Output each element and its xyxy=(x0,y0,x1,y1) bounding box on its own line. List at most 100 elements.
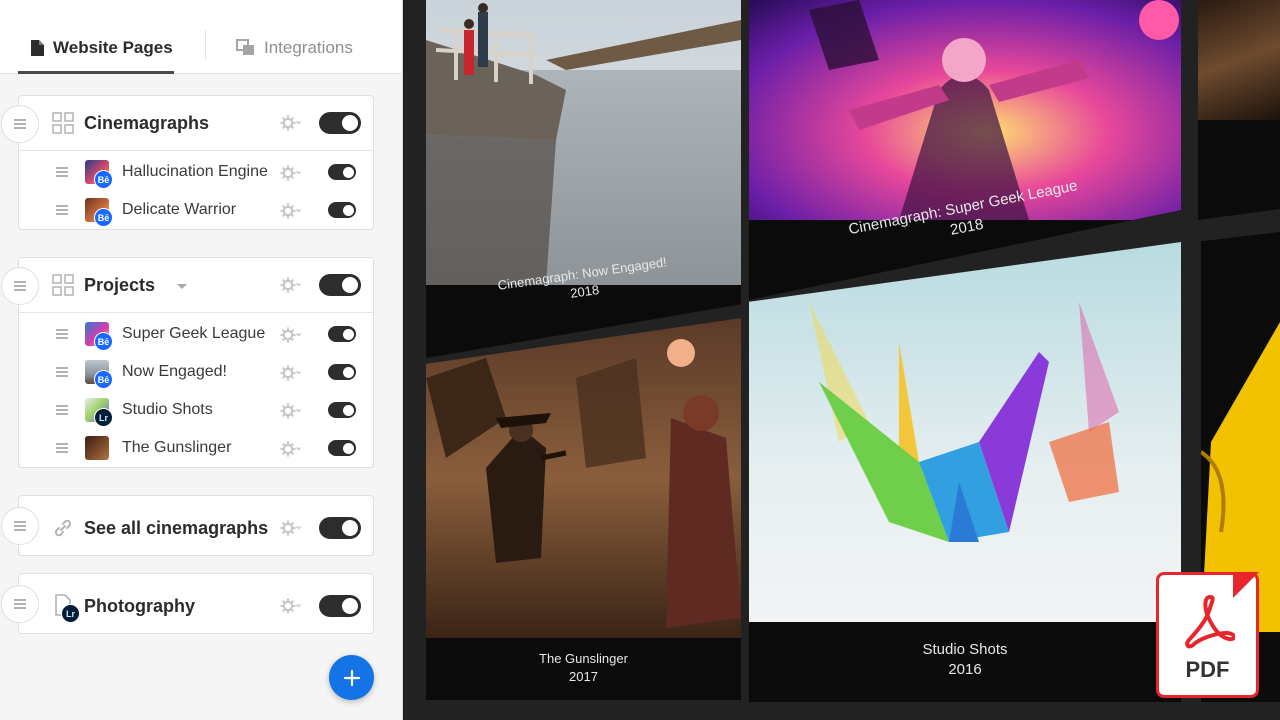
section-photography: Lr Photography xyxy=(1,573,374,634)
plus-icon xyxy=(343,669,360,686)
section-header: Lr Photography xyxy=(1,574,373,633)
visibility-toggle[interactable] xyxy=(328,326,356,342)
link-icon xyxy=(54,519,72,537)
gallery-image-now-engaged xyxy=(426,0,741,285)
list-item[interactable]: Lr Studio Shots xyxy=(19,391,373,429)
gallery-year: 2017 xyxy=(569,669,598,684)
drag-handle[interactable] xyxy=(1,267,39,305)
tab-website-pages[interactable]: Website Pages xyxy=(30,28,173,68)
list-item[interactable]: Bē Now Engaged! xyxy=(19,353,373,391)
list-item[interactable]: Bē Super Geek League xyxy=(19,315,373,353)
gallery-tile[interactable]: Studio Shots 2016 xyxy=(749,242,1181,702)
settings-gear-icon[interactable] xyxy=(279,113,301,133)
item-label: Delicate Warrior xyxy=(122,201,237,218)
visibility-toggle[interactable] xyxy=(319,112,361,134)
integrations-icon xyxy=(236,39,254,55)
website-pages-panel: Website Pages Integrations Cinemagraphs … xyxy=(0,0,403,720)
section-header: Projects xyxy=(1,258,373,312)
grid-icon xyxy=(52,274,74,296)
drag-lines-icon[interactable] xyxy=(55,366,69,378)
panel-tabs: Website Pages Integrations xyxy=(0,0,402,74)
drag-handle[interactable] xyxy=(1,507,39,545)
section-projects: Projects Bē Super Geek League Bē Now Eng… xyxy=(1,257,374,468)
drag-lines-icon[interactable] xyxy=(55,404,69,416)
visibility-toggle[interactable] xyxy=(319,517,361,539)
pdf-download-button[interactable]: PDF xyxy=(1156,572,1259,698)
pdf-label: PDF xyxy=(1185,657,1230,682)
drag-lines-icon[interactable] xyxy=(55,204,69,216)
gallery-image-studio-shots xyxy=(749,242,1181,622)
drag-lines-icon[interactable] xyxy=(55,442,69,454)
gallery-image-partial xyxy=(1198,0,1280,120)
settings-gear-icon[interactable] xyxy=(279,163,301,183)
drag-lines-icon xyxy=(13,520,27,532)
item-label: Hallucination Engine xyxy=(122,163,268,180)
visibility-toggle[interactable] xyxy=(328,440,356,456)
settings-gear-icon[interactable] xyxy=(279,596,301,616)
gallery-year: 2016 xyxy=(948,661,982,678)
drag-lines-icon xyxy=(13,118,27,130)
lightroom-badge-icon: Lr xyxy=(94,408,113,427)
gallery-tile[interactable]: The Gunslinger 2017 xyxy=(426,318,741,700)
visibility-toggle[interactable] xyxy=(319,595,361,617)
behance-badge-icon: Bē xyxy=(94,332,113,351)
settings-gear-icon[interactable] xyxy=(279,325,301,345)
section-title: See all cinemagraphs xyxy=(84,518,269,538)
section-header: See all cinemagraphs xyxy=(1,496,373,555)
section-title: Projects xyxy=(84,275,156,295)
drag-lines-icon[interactable] xyxy=(55,328,69,340)
settings-gear-icon[interactable] xyxy=(279,439,301,459)
gallery-title: Studio Shots xyxy=(922,641,1008,658)
add-page-button[interactable] xyxy=(329,655,374,700)
visibility-toggle[interactable] xyxy=(328,164,356,180)
behance-badge-icon: Bē xyxy=(94,370,113,389)
drag-lines-icon[interactable] xyxy=(55,166,69,178)
settings-gear-icon[interactable] xyxy=(279,201,301,221)
list-item[interactable]: The Gunslinger xyxy=(19,429,373,467)
pdf-page-fold xyxy=(1233,572,1259,598)
section-items: Bē Hallucination Engine Bē Delicate Warr… xyxy=(19,150,373,229)
active-tab-indicator xyxy=(18,71,174,74)
gallery-caption: The Gunslinger 2017 xyxy=(426,650,741,686)
acrobat-icon xyxy=(1185,595,1235,649)
tab-website-pages-label: Website Pages xyxy=(53,38,173,57)
tab-divider xyxy=(205,30,206,60)
settings-gear-icon[interactable] xyxy=(279,401,301,421)
list-item[interactable]: Bē Delicate Warrior xyxy=(19,191,373,229)
item-label: Super Geek League xyxy=(122,325,266,342)
visibility-toggle[interactable] xyxy=(328,402,356,418)
drag-handle[interactable] xyxy=(1,585,39,623)
visibility-toggle[interactable] xyxy=(328,202,356,218)
item-label: Now Engaged! xyxy=(122,363,227,380)
tab-integrations[interactable]: Integrations xyxy=(236,28,353,68)
tab-integrations-label: Integrations xyxy=(264,38,353,57)
project-thumbnail xyxy=(85,436,109,460)
gallery-tile[interactable]: Cinemagraph: Now Engaged! 2018 xyxy=(426,0,741,358)
section-see-all-cinemagraphs: See all cinemagraphs xyxy=(1,495,374,556)
gallery-tile[interactable] xyxy=(1198,0,1280,220)
gallery-caption: Studio Shots 2016 xyxy=(749,640,1181,680)
settings-gear-icon[interactable] xyxy=(279,275,301,295)
drag-lines-icon xyxy=(13,598,27,610)
gallery-image-the-gunslinger xyxy=(426,318,741,638)
drag-lines-icon xyxy=(13,280,27,292)
section-header: Cinemagraphs xyxy=(1,96,373,150)
settings-gear-icon[interactable] xyxy=(279,518,301,538)
caret-down-icon[interactable] xyxy=(176,283,188,291)
visibility-toggle[interactable] xyxy=(319,274,361,296)
item-label: Studio Shots xyxy=(122,401,213,418)
website-preview-gallery: Cinemagraph: Now Engaged! 2018 Cinemagra… xyxy=(404,0,1280,720)
visibility-toggle[interactable] xyxy=(328,364,356,380)
list-item[interactable]: Bē Hallucination Engine xyxy=(19,153,373,191)
grid-icon xyxy=(52,112,74,134)
lightroom-badge-icon: Lr xyxy=(61,604,80,623)
section-title: Photography xyxy=(84,596,195,616)
section-title: Cinemagraphs xyxy=(84,113,210,133)
gallery-title: The Gunslinger xyxy=(539,651,628,666)
drag-handle[interactable] xyxy=(1,105,39,143)
settings-gear-icon[interactable] xyxy=(279,363,301,383)
page-icon xyxy=(31,40,44,56)
item-label: The Gunslinger xyxy=(122,439,232,456)
section-cinemagraphs: Cinemagraphs Bē Hallucination Engine Bē … xyxy=(1,95,374,230)
behance-badge-icon: Bē xyxy=(94,208,113,227)
